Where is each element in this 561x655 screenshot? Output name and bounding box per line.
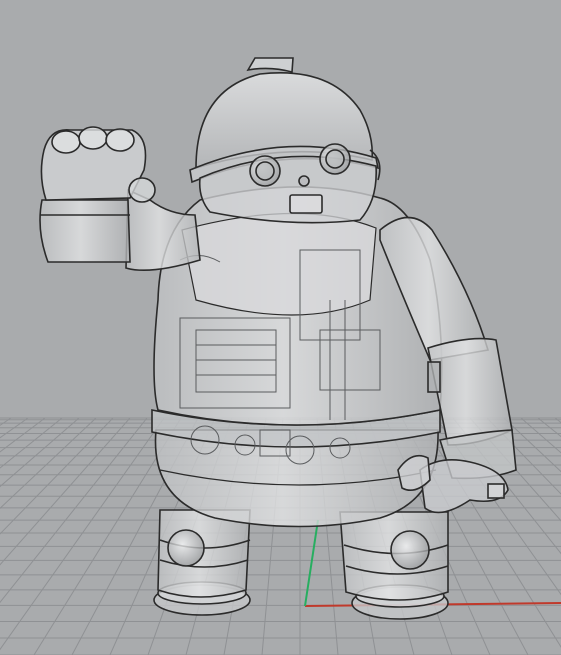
- scene-canvas[interactable]: [0, 0, 561, 655]
- right-leg[interactable]: [339, 511, 449, 601]
- perspective-viewport[interactable]: [0, 0, 561, 655]
- thumb: [128, 177, 156, 203]
- left-leg[interactable]: [157, 509, 251, 598]
- right-eye: [319, 143, 351, 175]
- mouth: [289, 194, 323, 214]
- left-knee-joint: [167, 529, 205, 567]
- chest-plate: [181, 212, 377, 316]
- raised-fist[interactable]: [40, 126, 156, 203]
- left-eye: [249, 155, 281, 187]
- right-knee-joint: [390, 530, 430, 570]
- nose: [298, 175, 310, 187]
